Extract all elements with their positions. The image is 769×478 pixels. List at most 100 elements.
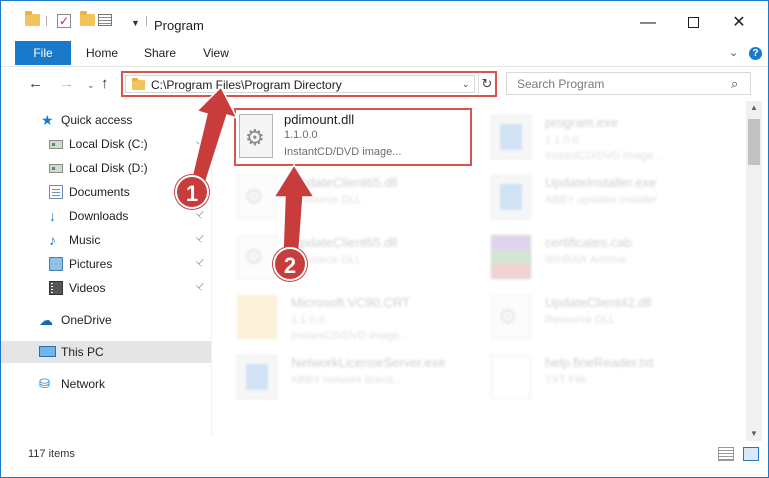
minimize-button[interactable]: — bbox=[625, 12, 671, 34]
file-name: pdimount.dll bbox=[284, 112, 355, 127]
text-file-icon bbox=[491, 355, 531, 399]
sidebar-item-label: Network bbox=[61, 377, 106, 391]
address-bar[interactable]: C:\Program Files\Program Directory ⌄ bbox=[125, 75, 475, 93]
drive-icon bbox=[49, 164, 63, 173]
tab-view[interactable]: View bbox=[203, 41, 229, 65]
tab-share[interactable]: Share bbox=[144, 41, 176, 65]
file-detail: 1.1.0.0 bbox=[291, 314, 325, 326]
network-icon: ⛁ bbox=[39, 376, 50, 391]
item-count: 117 items bbox=[28, 448, 75, 460]
address-path[interactable]: C:\Program Files\Program Directory bbox=[151, 78, 342, 92]
sidebar-item-quick-access[interactable]: ★ Quick access bbox=[1, 109, 211, 131]
file-detail: Resource DLL bbox=[545, 314, 616, 326]
sidebar-item-local-disk-c[interactable]: Local Disk (C:) ⊥ bbox=[1, 133, 211, 155]
onedrive-icon: ☁ bbox=[39, 312, 53, 328]
file-item[interactable]: UpdateClient65.dll Resource DLL bbox=[211, 167, 461, 225]
dll-file-icon bbox=[239, 114, 273, 158]
sidebar-item-this-pc[interactable]: This PC bbox=[1, 341, 211, 363]
sidebar-item-label: This PC bbox=[61, 345, 104, 359]
expand-ribbon-icon[interactable]: ⌄ bbox=[729, 41, 738, 65]
tab-home[interactable]: Home bbox=[85, 41, 119, 65]
customize-dropdown-icon[interactable]: ▼ bbox=[131, 18, 140, 28]
scroll-up-icon[interactable]: ▲ bbox=[750, 103, 758, 112]
folder-icon bbox=[132, 78, 145, 90]
sidebar-item-music[interactable]: ♪ Music ⊥ bbox=[1, 229, 211, 251]
file-name: certificates.cab bbox=[545, 235, 632, 250]
pin-icon[interactable]: ⊥ bbox=[193, 280, 207, 294]
file-item[interactable]: UpdateClient65.dll Resource DLL bbox=[211, 227, 461, 285]
tab-file[interactable]: File bbox=[15, 41, 71, 65]
sidebar-item-label: Local Disk (C:) bbox=[69, 137, 148, 151]
ribbon-tabs: File Home Share View ⌄ ? bbox=[1, 41, 768, 67]
folder-icon[interactable] bbox=[25, 11, 40, 26]
file-version: 1.1.0.0 bbox=[284, 129, 318, 141]
scroll-down-icon[interactable]: ▼ bbox=[750, 429, 758, 438]
pin-icon[interactable]: ⊥ bbox=[193, 256, 207, 270]
recent-locations-icon[interactable]: ⌄ bbox=[87, 80, 95, 91]
file-item[interactable]: UpdateClient42.dll Resource DLL bbox=[465, 287, 715, 345]
file-name: NetworkLicenseServer.exe bbox=[291, 355, 446, 370]
sidebar-item-label: Music bbox=[69, 233, 101, 247]
new-folder-icon[interactable] bbox=[80, 11, 95, 26]
search-input[interactable]: Search Program bbox=[517, 77, 604, 91]
file-name: program.exe bbox=[545, 115, 618, 130]
search-box[interactable]: Search Program ⌕ bbox=[506, 72, 751, 95]
sidebar-item-downloads[interactable]: ↓ Downloads ⊥ bbox=[1, 205, 211, 227]
sidebar-item-label: Local Disk (D:) bbox=[69, 161, 148, 175]
large-icons-view-icon[interactable] bbox=[743, 447, 759, 461]
title-bar: ✓ ▼ Program — ✕ bbox=[1, 1, 768, 39]
file-item[interactable]: NetworkLicenseServer.exe ABBY network li… bbox=[211, 347, 461, 405]
sidebar-item-label: Videos bbox=[69, 281, 106, 295]
sidebar-item-label: Downloads bbox=[69, 209, 129, 223]
pin-icon[interactable]: ⊥ bbox=[193, 232, 207, 246]
search-icon[interactable]: ⌕ bbox=[731, 76, 738, 92]
file-item[interactable]: UpdateInstaller.exe ABBY updates install… bbox=[465, 167, 715, 225]
sidebar-item-label: Documents bbox=[69, 185, 130, 199]
sidebar-item-local-disk-d[interactable]: Local Disk (D:) bbox=[1, 157, 211, 179]
details-view-icon[interactable] bbox=[718, 447, 734, 461]
file-item[interactable]: help.fineReader.txt TXT File bbox=[465, 347, 715, 405]
forward-button[interactable]: → bbox=[59, 75, 74, 92]
file-item[interactable]: Microsoft.VC90.CRT 1.1.0.0 InstantCD/DVD… bbox=[211, 287, 461, 345]
navigation-pane: ★ Quick access Local Disk (C:) ⊥ Local D… bbox=[1, 105, 211, 441]
file-name: UpdateClient42.dll bbox=[545, 295, 652, 310]
up-button[interactable]: ↑ bbox=[101, 75, 109, 92]
sidebar-item-pictures[interactable]: Pictures ⊥ bbox=[1, 253, 211, 275]
sidebar-item-label: Pictures bbox=[69, 257, 113, 271]
step-2-badge: 2 bbox=[273, 247, 307, 281]
file-detail: WinRAR Archive bbox=[545, 254, 627, 266]
properties-icon[interactable] bbox=[98, 14, 112, 26]
dll-file-icon bbox=[491, 295, 531, 339]
pin-icon[interactable]: ⊥ bbox=[193, 208, 207, 222]
explorer-window: ✓ ▼ Program — ✕ File Home Share View ⌄ ?… bbox=[0, 0, 769, 478]
drive-icon bbox=[49, 140, 63, 149]
vertical-scrollbar[interactable]: ▲ ▼ bbox=[746, 101, 762, 441]
file-detail: Resource DLL bbox=[291, 194, 362, 206]
star-icon: ★ bbox=[41, 112, 54, 128]
file-item[interactable]: program.exe 1.1.0.0 InstantCD/DVD image.… bbox=[465, 107, 715, 165]
address-dropdown-icon[interactable]: ⌄ bbox=[462, 79, 470, 90]
file-name: help.fineReader.txt bbox=[545, 355, 654, 370]
back-button[interactable]: ← bbox=[28, 75, 43, 92]
file-detail: ABBY network licens... bbox=[291, 374, 403, 386]
videos-icon bbox=[49, 281, 63, 295]
file-item[interactable]: certificates.cab WinRAR Archive bbox=[465, 227, 715, 285]
archive-file-icon bbox=[491, 235, 531, 279]
file-name: UpdateClient65.dll bbox=[291, 235, 398, 250]
sidebar-item-onedrive[interactable]: ☁ OneDrive bbox=[1, 309, 211, 331]
close-button[interactable]: ✕ bbox=[716, 12, 762, 34]
maximize-button[interactable] bbox=[670, 12, 716, 34]
sidebar-item-network[interactable]: ⛁ Network bbox=[1, 373, 211, 395]
step-1-badge: 1 bbox=[175, 175, 209, 209]
help-icon[interactable]: ? bbox=[749, 47, 762, 60]
sidebar-item-videos[interactable]: Videos ⊥ bbox=[1, 277, 211, 299]
dll-file-icon bbox=[237, 235, 277, 279]
file-description: InstantCD/DVD image... bbox=[284, 146, 402, 158]
scrollbar-thumb[interactable] bbox=[748, 119, 760, 165]
pin-icon[interactable]: ⊥ bbox=[193, 136, 207, 150]
sidebar-item-label: OneDrive bbox=[61, 313, 112, 327]
status-bar: 117 items bbox=[1, 443, 768, 477]
refresh-button[interactable]: ↻ bbox=[478, 74, 495, 94]
maximize-icon bbox=[687, 17, 699, 29]
properties-check-icon[interactable]: ✓ bbox=[57, 14, 71, 28]
